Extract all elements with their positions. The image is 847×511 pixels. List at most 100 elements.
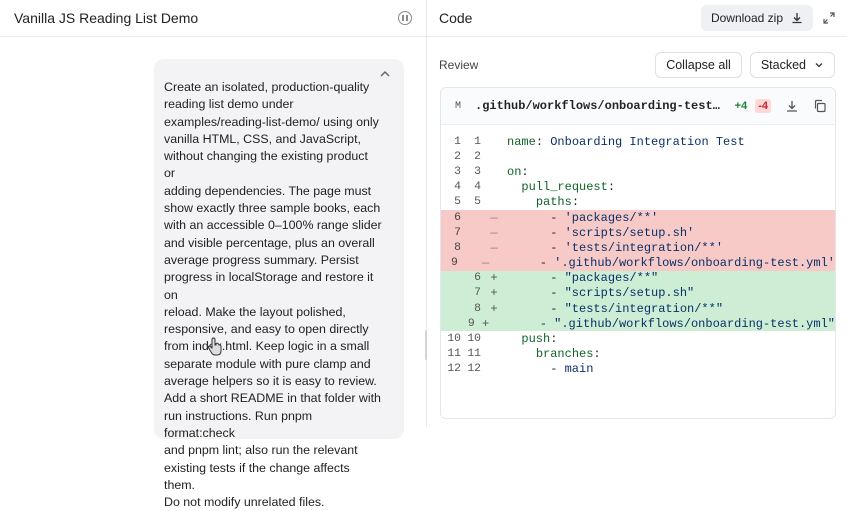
code-text: branches: [535, 347, 601, 362]
message-line: responsive, and easy to open directly [164, 322, 369, 337]
diff-line: 22 [441, 149, 835, 164]
message-line: reload. Make the layout polished, [164, 304, 346, 319]
message-line: without changing the existing product or [164, 149, 368, 181]
copy-icon[interactable] [813, 99, 827, 113]
diff-marker: — [490, 240, 498, 255]
new-line-number: 3 [474, 165, 481, 178]
old-line-number: 4 [454, 181, 461, 194]
diff-line: 6 + - "packages/**" [441, 270, 835, 286]
message-line: progress in localStorage and restore it … [164, 270, 374, 302]
file-diff: M .github/workflows/onboarding-test… +4 … [440, 87, 836, 419]
diff-marker: — [490, 210, 498, 225]
code-text: pull_request: [521, 180, 616, 195]
diff-line: 7 + - "scripts/setup.sh" [441, 285, 835, 302]
new-line-number: 9 [467, 317, 475, 330]
download-file-icon[interactable] [785, 99, 799, 113]
message-line: Add a short README in that folder with [164, 391, 381, 406]
pause-icon[interactable] [398, 11, 412, 25]
message-line: run instructions. Run pnpm format:check [164, 408, 313, 440]
view-mode-dropdown[interactable]: Stacked [749, 52, 835, 78]
old-line-number: 2 [454, 150, 461, 163]
new-line-number: 8 [474, 302, 481, 315]
new-line-number: 7 [474, 287, 481, 300]
new-line-number: 2 [474, 150, 481, 163]
user-message-text: Create an isolated, production-quality re… [164, 79, 382, 511]
code-header: Code Download zip [427, 0, 847, 37]
conversation-title: Vanilla JS Reading List Demo [14, 10, 199, 26]
old-line-number: 6 [454, 211, 461, 224]
diff-lines: 1 1 name: Onboarding Integration Test 2 2 3 3 o… [441, 125, 835, 377]
old-line-number: 11 [447, 348, 461, 361]
chat-panel: Vanilla JS Reading List Demo Create an i… [0, 0, 427, 509]
code-text: push: [521, 332, 558, 347]
code-text: name: Onboarding Integration Test [507, 134, 745, 149]
download-icon [792, 13, 802, 24]
code-text: - 'tests/integration/**' [507, 240, 724, 255]
message-line: adding dependencies. The page must [164, 183, 372, 198]
message-line: separate module with pure clamp and [164, 356, 371, 371]
code-panel: Code Download zip Review Collapse all St… [427, 0, 847, 427]
chevron-down-icon [815, 63, 823, 68]
message-line: average helpers so it is easy to review. [164, 374, 377, 389]
code-text: - "scripts/setup.sh" [507, 286, 695, 301]
diff-line: 7 — - 'scripts/setup.sh' [441, 225, 835, 241]
message-line: existing tests if the change affects the… [164, 460, 350, 492]
diff-line: 9 — - '.github/workflows/onboarding-test.… [441, 255, 835, 271]
old-line-number: 1 [454, 135, 461, 148]
code-text: - "tests/integration/**" [507, 301, 724, 316]
file-name: .github/workflows/onboarding-test… [475, 99, 720, 113]
message-line: reading list demo under [164, 97, 294, 112]
message-line: with an accessible 0–100% range slider [164, 218, 382, 233]
diff-marker: + [490, 286, 498, 301]
expand-icon[interactable] [823, 12, 835, 24]
diff-marker: — [481, 256, 490, 271]
diff-marker: + [481, 316, 490, 331]
file-status-badge: M [454, 100, 461, 112]
message-line: Do not modify unrelated files. [164, 495, 325, 510]
code-text: on: [507, 164, 529, 179]
deletions-count: -4 [755, 99, 771, 113]
mouse-cursor-icon [207, 337, 222, 356]
old-line-number: 3 [454, 165, 461, 178]
message-line: average progress summary. Persist [164, 252, 359, 267]
review-label: Review [439, 58, 479, 72]
diff-line: 8 + - "tests/integration/**" [441, 301, 835, 317]
download-zip-button[interactable]: Download zip [700, 5, 813, 31]
diff-line: 12 12 - main [441, 362, 835, 377]
message-line: and pnpm lint; also run the relevant [164, 443, 358, 458]
diff-line: 3 3 on: [441, 164, 835, 179]
message-line: show exactly three sample books, each [164, 201, 381, 216]
old-line-number: 5 [454, 196, 461, 209]
download-zip-label: Download zip [710, 11, 783, 25]
code-text: - "packages/**" [507, 271, 659, 286]
old-line-number: 10 [447, 333, 461, 346]
additions-count: +4 [734, 100, 748, 112]
new-line-number: 12 [467, 363, 481, 376]
diff-line: 44 pull_request: [441, 180, 835, 195]
old-line-number: 9 [450, 257, 458, 270]
message-line: examples/reading-list-demo/ using only [164, 114, 379, 129]
message-line: and visible percentage, plus an overall [164, 235, 375, 250]
review-toolbar: Review Collapse all Stacked [439, 52, 835, 78]
code-text: - ".github/workflows/onboarding-test.yml… [496, 316, 835, 331]
view-mode-label: Stacked [760, 58, 806, 72]
diff-line: 11 11 branches: [441, 347, 835, 362]
code-title: Code [439, 10, 473, 26]
diff-line: 1 1 name: Onboarding Integration Test [441, 134, 835, 149]
message-line: Create an isolated, production-quality [164, 80, 370, 94]
new-line-number: 11 [467, 348, 481, 361]
new-line-number: 4 [474, 181, 481, 194]
diff-line: 9 + - ".github/workflows/onboarding-test.… [441, 316, 835, 332]
file-diff-header[interactable]: M .github/workflows/onboarding-test… +4 … [441, 88, 835, 125]
chat-header: Vanilla JS Reading List Demo [0, 0, 426, 37]
message-line: from index.html. Keep logic in a small [164, 339, 370, 354]
old-line-number: 12 [447, 363, 461, 376]
new-line-number: 10 [467, 333, 481, 346]
chevron-up-icon[interactable] [378, 67, 392, 81]
code-text: - main [507, 362, 594, 377]
old-line-number: 8 [454, 241, 461, 254]
code-text: - 'scripts/setup.sh' [507, 225, 695, 240]
message-line: vanilla HTML, CSS, and JavaScript, [164, 131, 361, 146]
collapse-all-button[interactable]: Collapse all [655, 52, 742, 78]
new-line-number: 5 [474, 196, 481, 209]
